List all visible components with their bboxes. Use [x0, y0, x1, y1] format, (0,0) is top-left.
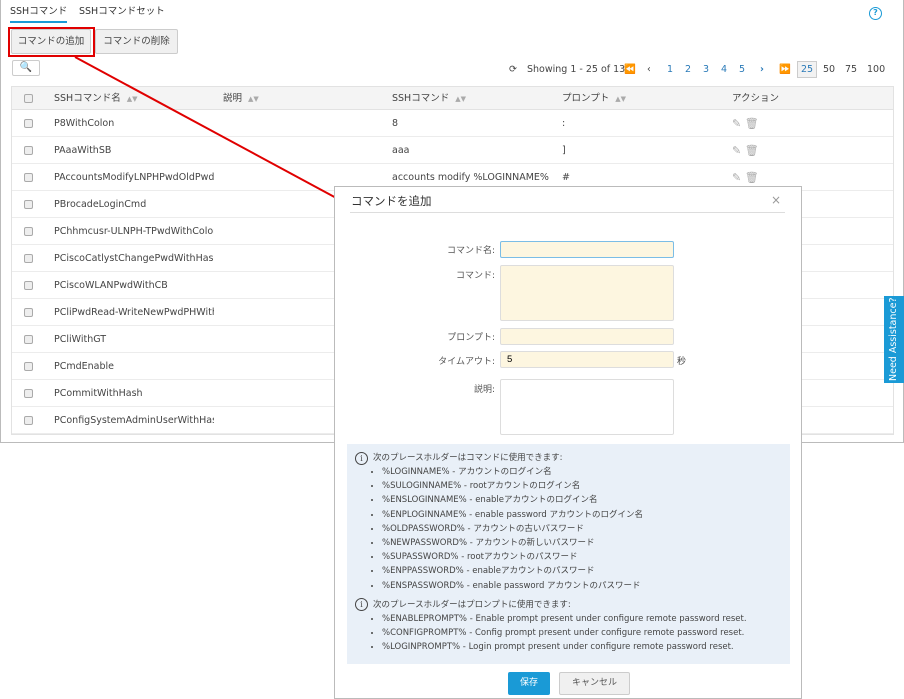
placeholder-item: %CONFIGPROMPT% - Config prompt present u…: [382, 626, 782, 640]
placeholder-item: %SULOGINNAME% - rootアカウントのログイン名: [382, 479, 782, 493]
placeholder-info: i 次のプレースホルダーはコマンドに使用できます: %LOGINNAME% - ア…: [347, 444, 790, 664]
close-icon[interactable]: ×: [771, 193, 781, 207]
name-input[interactable]: [500, 241, 674, 258]
command-label: コマンド:: [455, 271, 495, 281]
placeholder-item: %ENPPASSWORD% - enableアカウントのパスワード: [382, 564, 782, 578]
timeout-unit: 秒: [677, 357, 687, 367]
info-prompt-title: 次のプレースホルダーはプロンプトに使用できます:: [373, 599, 571, 610]
command-textarea[interactable]: [500, 265, 674, 321]
placeholder-item: %OLDPASSWORD% - アカウントの古いパスワード: [382, 522, 782, 536]
timeout-label: タイムアウト:: [438, 357, 495, 367]
info-icon: i: [355, 451, 368, 465]
placeholder-item: %ENPLOGINNAME% - enable password アカウントのロ…: [382, 508, 782, 522]
placeholder-item: %ENSPASSWORD% - enable password アカウントのパス…: [382, 579, 782, 593]
placeholder-item: %ENABLEPROMPT% - Enable prompt present u…: [382, 612, 782, 626]
add-command-dialog: コマンドを追加 × コマンド名: コマンド: プロンプト: タイムアウト: 秒 …: [334, 186, 802, 699]
dialog-title: コマンドを追加: [351, 194, 432, 208]
name-label: コマンド名:: [446, 246, 495, 256]
placeholder-item: %LOGINNAME% - アカウントのログイン名: [382, 465, 782, 479]
save-button[interactable]: 保存: [508, 672, 550, 695]
info-command-title: 次のプレースホルダーはコマンドに使用できます:: [373, 453, 563, 463]
divider: [350, 212, 785, 213]
placeholder-item: %NEWPASSWORD% - アカウントの新しいパスワード: [382, 536, 782, 550]
placeholder-item: %LOGINPROMPT% - Login prompt present und…: [382, 640, 782, 654]
description-label: 説明:: [473, 385, 495, 395]
cancel-button[interactable]: キャンセル: [559, 672, 630, 695]
prompt-input[interactable]: [500, 328, 674, 345]
description-textarea[interactable]: [500, 379, 674, 435]
need-assistance-tab[interactable]: Need Assistance?: [884, 296, 904, 383]
placeholder-item: %ENSLOGINNAME% - enableアカウントのログイン名: [382, 493, 782, 507]
placeholder-item: %SUPASSWORD% - rootアカウントのパスワード: [382, 550, 782, 564]
prompt-label: プロンプト:: [447, 333, 495, 343]
timeout-input[interactable]: [500, 351, 674, 368]
info-icon: i: [355, 598, 368, 612]
